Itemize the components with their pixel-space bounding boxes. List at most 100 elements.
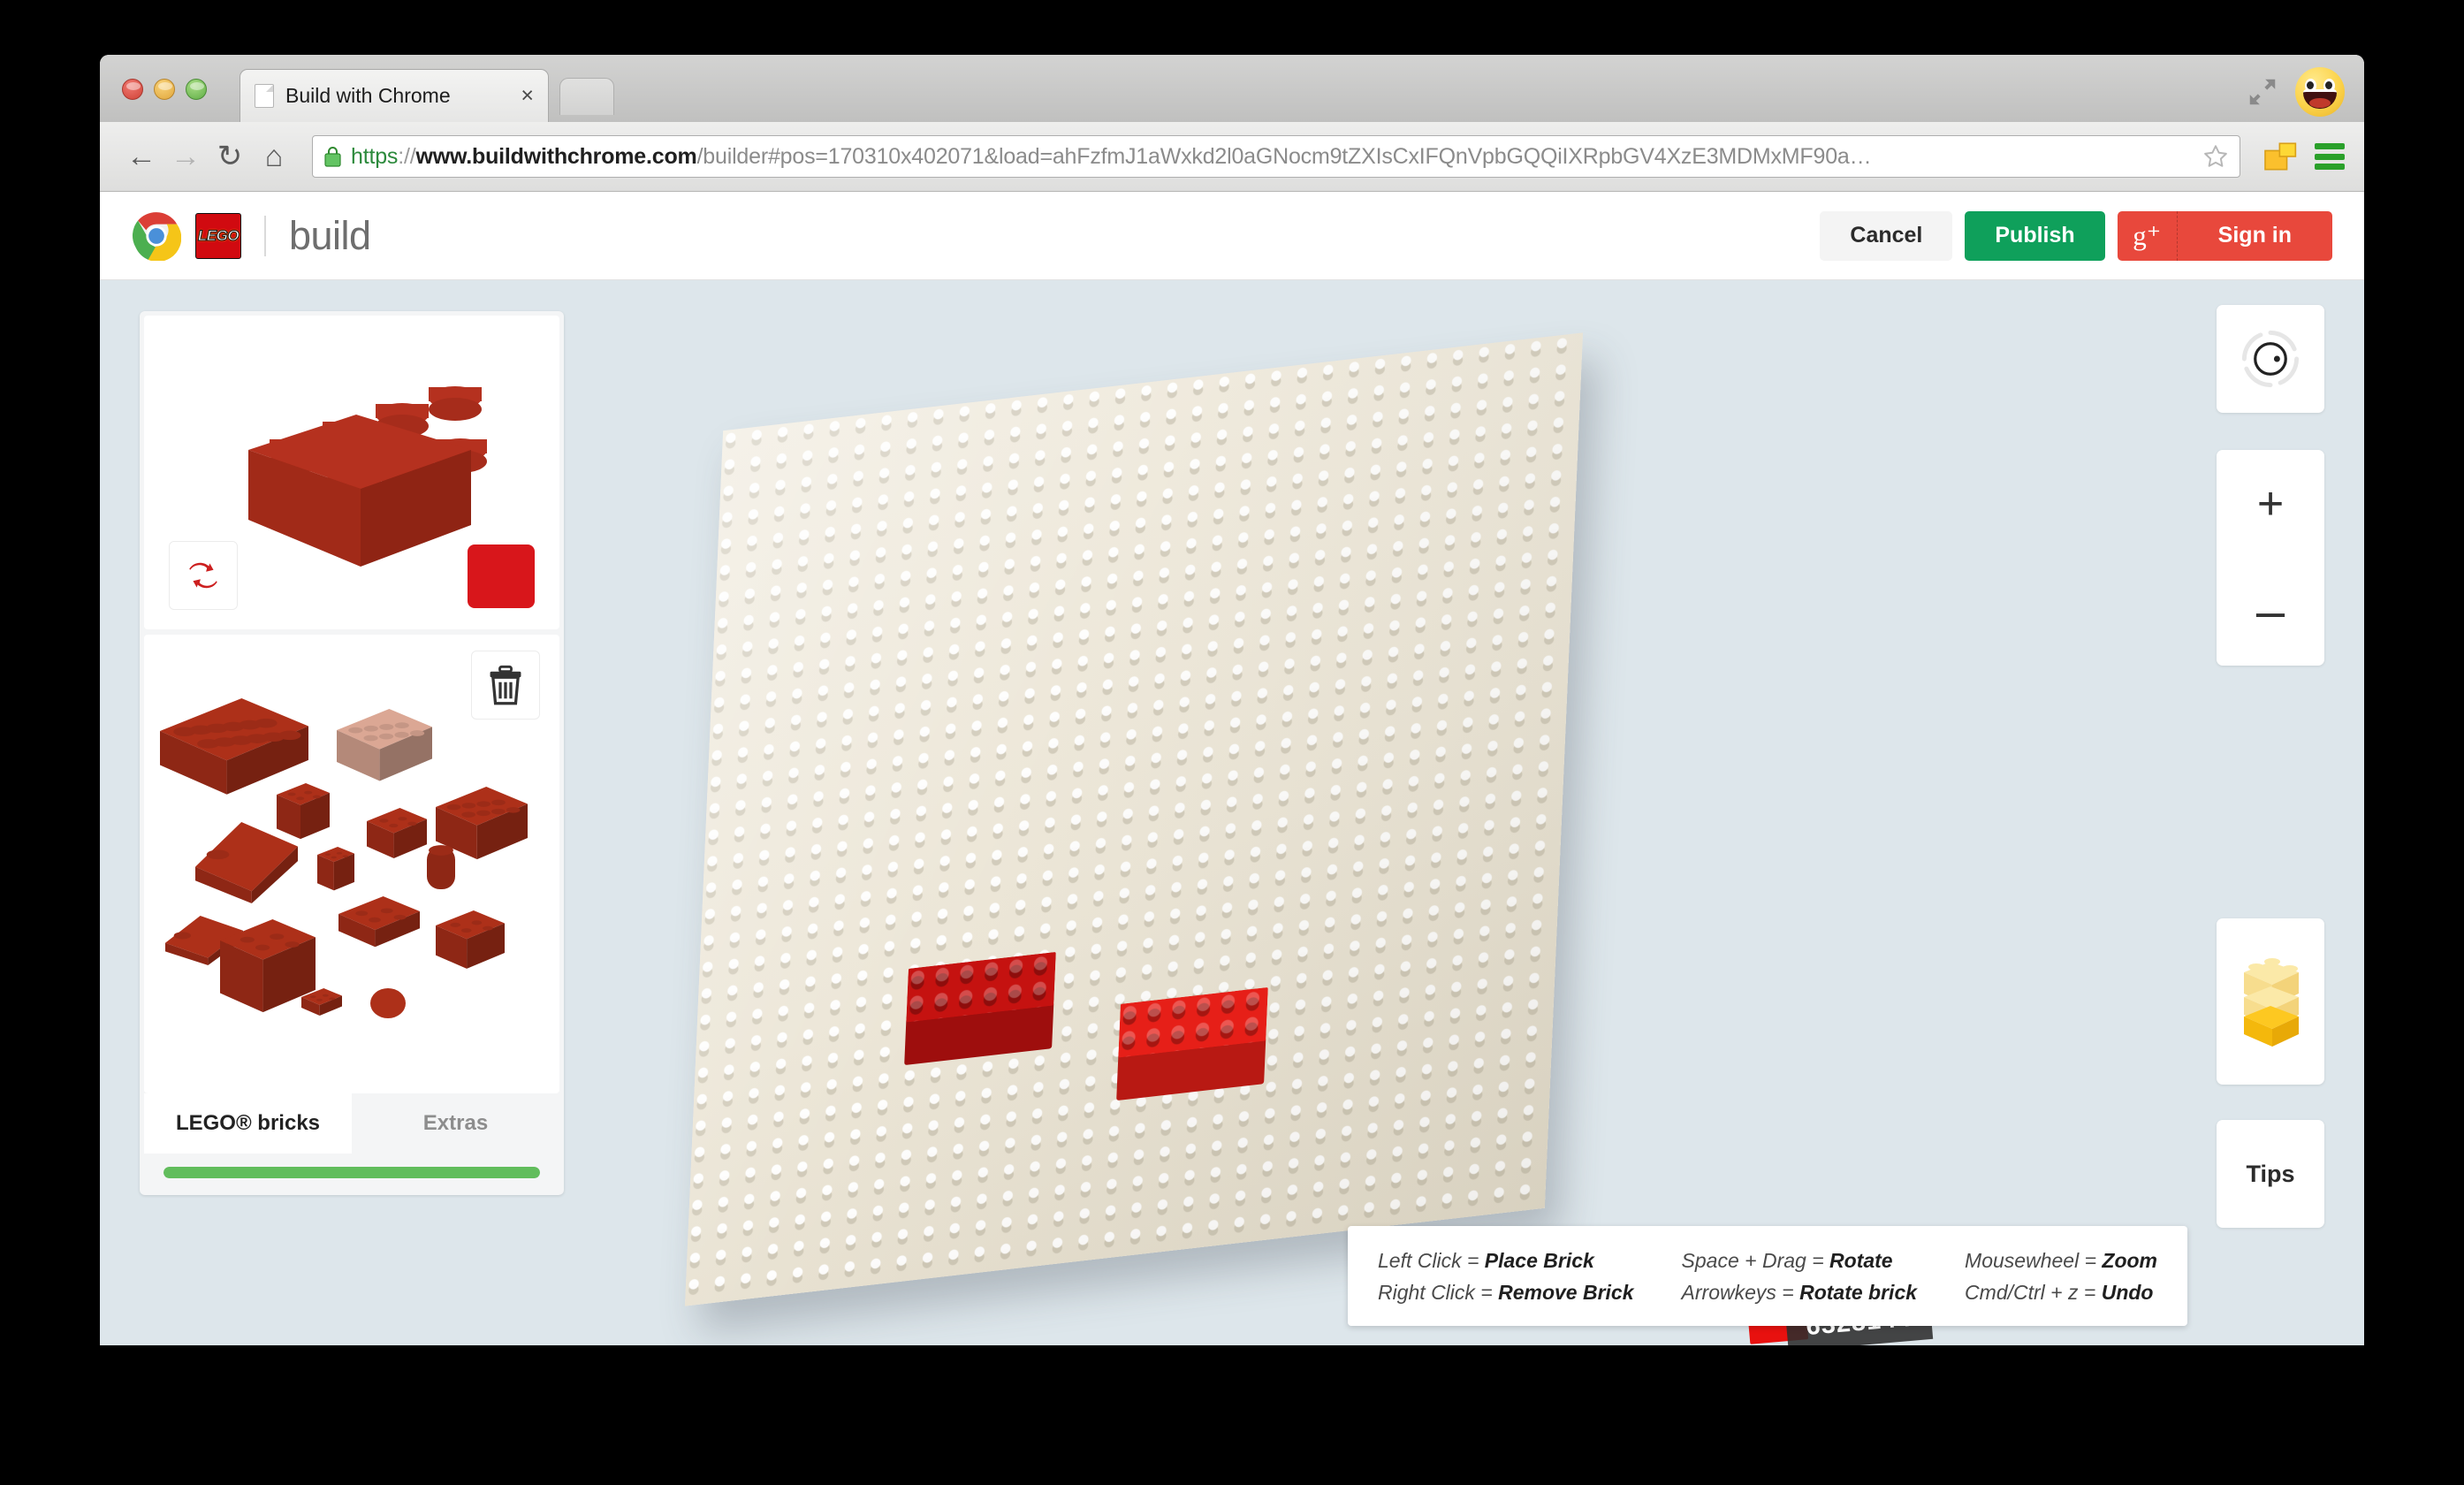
baseplate[interactable] — [684, 332, 1584, 1306]
bookmark-star-icon[interactable] — [2202, 143, 2229, 170]
rotate-brick-button[interactable] — [169, 541, 238, 610]
lock-icon — [324, 147, 341, 167]
shortcut-key: Space + Drag = — [1681, 1249, 1830, 1272]
brick-2x6[interactable] — [160, 698, 308, 795]
back-button[interactable]: ← — [119, 134, 164, 179]
progress-track — [164, 1166, 540, 1178]
color-swatch-red[interactable] — [468, 544, 535, 608]
url-text: https://www.buildwithchrome.com/builder#… — [351, 144, 2195, 170]
expand-icon[interactable] — [2246, 75, 2279, 109]
baseplate-surface[interactable] — [684, 332, 1584, 1306]
workspace: LEGO® bricks Extras + – Tips Left Click … — [100, 280, 2364, 1345]
browser-tab[interactable]: Build with Chrome × — [240, 69, 549, 122]
reload-button[interactable]: ↻ — [208, 134, 252, 179]
placed-brick-2[interactable] — [1116, 986, 1268, 1101]
round-plate-1x1[interactable] — [370, 988, 406, 1018]
shortcut-column-1: Left Click = Place Brick Right Click = Re… — [1378, 1249, 1634, 1305]
cancel-button[interactable]: Cancel — [1820, 210, 1953, 261]
shortcut-row: Arrowkeys = Rotate brick — [1682, 1281, 1918, 1305]
brick-1x2[interactable] — [367, 808, 427, 859]
brand-lockup: LEGO build — [132, 211, 371, 261]
shortcut-row: Space + Drag = Rotate — [1682, 1249, 1918, 1273]
window-right-controls — [2246, 67, 2345, 117]
placed-brick-1[interactable] — [904, 951, 1056, 1066]
zoom-in-button[interactable]: + — [2217, 450, 2324, 558]
window-traffic-lights — [122, 79, 207, 100]
progress-fill — [164, 1166, 540, 1178]
lego-logo: LEGO — [195, 212, 241, 259]
plate-2x4[interactable] — [436, 910, 505, 969]
zoom-out-button[interactable]: – — [2217, 558, 2324, 666]
shortcut-row: Left Click = Place Brick — [1378, 1249, 1634, 1273]
shortcut-action: Rotate — [1829, 1249, 1893, 1272]
brick-1x1[interactable] — [317, 847, 354, 891]
url-separator: :// — [398, 143, 416, 169]
orbit-rotate-icon — [2241, 330, 2300, 388]
brick-palette-panel: LEGO® bricks Extras — [140, 311, 564, 1195]
shortcut-row: Mousewheel = Zoom — [1965, 1249, 2157, 1273]
rotate-icon — [189, 562, 217, 589]
shortcut-column-2: Space + Drag = Rotate Arrowkeys = Rotate … — [1682, 1249, 1918, 1305]
forward-button[interactable]: → — [164, 134, 208, 179]
brick-list[interactable] — [144, 635, 559, 1093]
desktop-background: Build with Chrome × ← → ↻ ⌂ https://www.… — [0, 0, 2464, 1485]
shortcut-action: Place Brick — [1484, 1249, 1594, 1272]
page-content: LEGO build Cancel Publish g⁺ Sign in LEG… — [100, 192, 2364, 1345]
orbit-view-button[interactable] — [2217, 305, 2324, 413]
tab-extras[interactable]: Extras — [352, 1093, 559, 1154]
publish-button[interactable]: Publish — [1965, 210, 2105, 261]
app-header: LEGO build Cancel Publish g⁺ Sign in — [100, 192, 2364, 280]
shortcut-action: Undo — [2101, 1281, 2154, 1304]
shortcut-key: Mousewheel = — [1965, 1249, 2103, 1272]
selected-brick-preview — [144, 316, 559, 629]
close-window-button[interactable] — [122, 79, 143, 100]
shortcut-row: Right Click = Remove Brick — [1378, 1281, 1634, 1305]
shortcut-action: Rotate brick — [1799, 1281, 1918, 1304]
chrome-logo — [132, 211, 181, 261]
shortcuts-tooltip: Left Click = Place Brick Right Click = Re… — [1347, 1226, 2187, 1326]
shortcut-key: Left Click = — [1377, 1249, 1485, 1272]
shortcut-column-3: Mousewheel = Zoom Cmd/Ctrl + z = Undo — [1965, 1249, 2157, 1305]
slope-2x4[interactable] — [195, 822, 298, 903]
tab-strip: Build with Chrome × — [100, 55, 2364, 122]
address-bar[interactable]: https://www.buildwithchrome.com/builder#… — [312, 135, 2240, 178]
brick-2x2[interactable] — [277, 783, 330, 840]
tips-button[interactable]: Tips — [2217, 1120, 2324, 1228]
tab-lego-bricks[interactable]: LEGO® bricks — [144, 1093, 352, 1154]
shortcut-key: Right Click = — [1377, 1281, 1499, 1304]
smiley-mouth — [2303, 89, 2337, 109]
brick-stack-button[interactable] — [2217, 918, 2324, 1085]
url-host: www.buildwithchrome.com — [415, 143, 697, 169]
extension-icon[interactable] — [2263, 141, 2299, 172]
home-button[interactable]: ⌂ — [252, 134, 296, 179]
close-tab-icon[interactable]: × — [513, 85, 534, 107]
plate-2x2[interactable] — [338, 896, 420, 948]
hamburger-menu-icon[interactable] — [2315, 143, 2345, 170]
zoom-controls: + – — [2217, 450, 2324, 666]
shortcut-row: Cmd/Ctrl + z = Undo — [1965, 1281, 2157, 1305]
brick-stack-icon — [2244, 958, 2299, 1047]
avatar[interactable] — [2295, 67, 2345, 117]
shortcut-key: Arrowkeys = — [1681, 1281, 1800, 1304]
header-actions: Cancel Publish g⁺ Sign in — [1820, 210, 2332, 261]
tips-label: Tips — [2246, 1160, 2295, 1187]
browser-toolbar: ← → ↻ ⌂ https://www.buildwithchrome.com/… — [100, 122, 2364, 192]
minimize-window-button[interactable] — [154, 79, 175, 100]
url-scheme: https — [351, 143, 399, 169]
trash-icon — [490, 665, 521, 705]
brick-2x4-highlighted[interactable] — [337, 709, 432, 781]
google-plus-icon[interactable]: g⁺ — [2118, 210, 2178, 261]
brand-divider — [264, 215, 266, 256]
shortcut-key: Cmd/Ctrl + z = — [1965, 1281, 2102, 1304]
shortcut-action: Zoom — [2102, 1249, 2157, 1272]
sign-in-group[interactable]: g⁺ Sign in — [2117, 210, 2332, 261]
shortcut-action: Remove Brick — [1498, 1281, 1634, 1304]
new-tab-button[interactable] — [559, 78, 614, 115]
zoom-window-button[interactable] — [186, 79, 207, 100]
sign-in-button[interactable]: Sign in — [2178, 223, 2332, 248]
round-brick-1x1[interactable] — [427, 845, 455, 889]
delete-all-button[interactable] — [471, 651, 540, 720]
url-path: /builder#pos=170310x402071&load=ahFzfmJ1… — [696, 143, 1872, 169]
browser-window: Build with Chrome × ← → ↻ ⌂ https://www.… — [100, 55, 2364, 1345]
tab-title: Build with Chrome — [285, 84, 451, 107]
